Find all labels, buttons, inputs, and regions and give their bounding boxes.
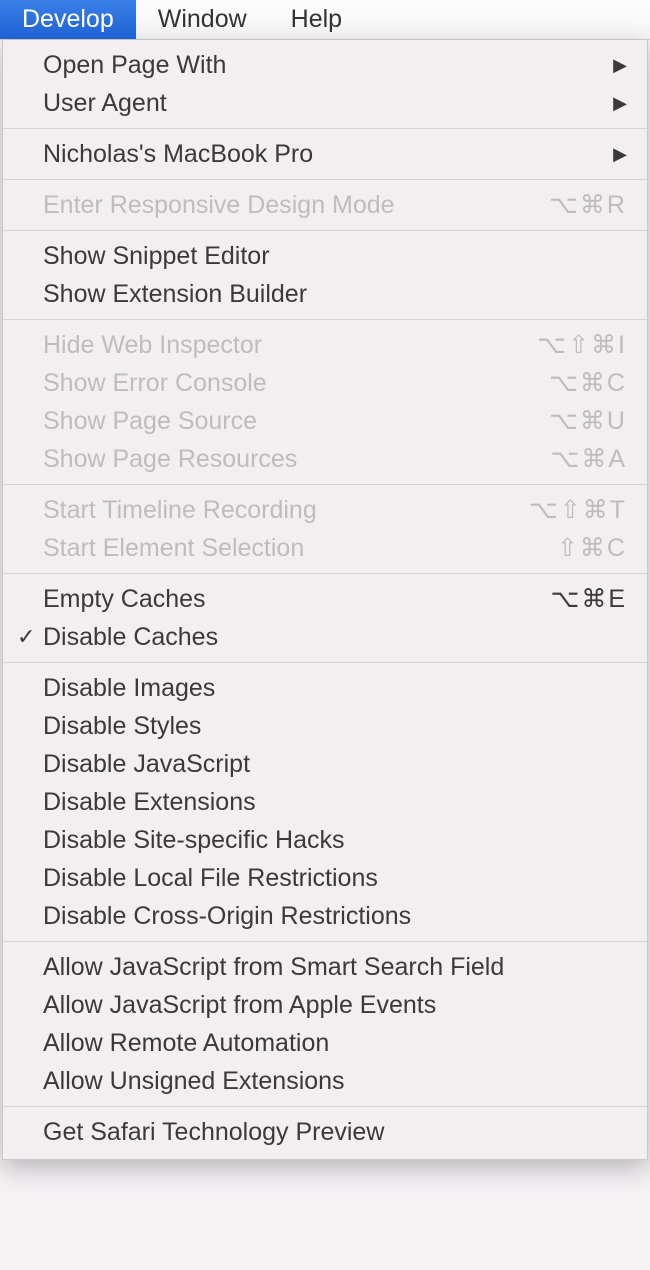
menu-separator [3, 484, 647, 485]
menu-show-error-console-label: Show Error Console [43, 369, 549, 398]
submenu-arrow-icon: ▶ [613, 144, 627, 165]
menu-show-page-source-label: Show Page Source [43, 407, 549, 436]
menu-device[interactable]: Nicholas's MacBook Pro ▶ [3, 135, 647, 173]
menu-separator [3, 573, 647, 574]
menu-open-page-with[interactable]: Open Page With ▶ [3, 46, 647, 84]
menu-show-snippet-editor[interactable]: Show Snippet Editor [3, 237, 647, 275]
menu-start-timeline-label: Start Timeline Recording [43, 496, 529, 525]
menu-disable-caches-label: Disable Caches [43, 623, 627, 652]
menu-start-element-selection-shortcut: ⇧⌘C [557, 533, 627, 563]
menu-device-label: Nicholas's MacBook Pro [43, 140, 613, 169]
menu-hide-web-inspector-shortcut: ⌥⇧⌘I [537, 330, 627, 360]
menu-show-page-source: Show Page Source ⌥⌘U [3, 402, 647, 440]
menu-disable-local-file-label: Disable Local File Restrictions [43, 864, 627, 893]
menu-get-safari-tech-preview[interactable]: Get Safari Technology Preview [3, 1113, 647, 1151]
menu-disable-extensions[interactable]: Disable Extensions [3, 783, 647, 821]
menu-start-element-selection: Start Element Selection ⇧⌘C [3, 529, 647, 567]
menu-show-error-console-shortcut: ⌥⌘C [549, 368, 627, 398]
menu-disable-cross-origin-label: Disable Cross-Origin Restrictions [43, 902, 627, 931]
menu-disable-local-file[interactable]: Disable Local File Restrictions [3, 859, 647, 897]
menu-empty-caches[interactable]: Empty Caches ⌥⌘E [3, 580, 647, 618]
menu-allow-remote-automation[interactable]: Allow Remote Automation [3, 1024, 647, 1062]
menu-get-safari-tech-preview-label: Get Safari Technology Preview [43, 1118, 627, 1147]
menu-start-element-selection-label: Start Element Selection [43, 534, 557, 563]
menu-enter-responsive-label: Enter Responsive Design Mode [43, 191, 549, 220]
menu-show-page-source-shortcut: ⌥⌘U [549, 406, 627, 436]
menu-show-page-resources-shortcut: ⌥⌘A [551, 444, 627, 474]
menu-separator [3, 179, 647, 180]
menu-allow-unsigned-ext-label: Allow Unsigned Extensions [43, 1067, 627, 1096]
menu-separator [3, 1106, 647, 1107]
menu-show-page-resources: Show Page Resources ⌥⌘A [3, 440, 647, 478]
menu-separator [3, 662, 647, 663]
menu-allow-js-apple-events-label: Allow JavaScript from Apple Events [43, 991, 627, 1020]
menu-allow-js-smart-search[interactable]: Allow JavaScript from Smart Search Field [3, 948, 647, 986]
menu-allow-unsigned-ext[interactable]: Allow Unsigned Extensions [3, 1062, 647, 1100]
menu-separator [3, 319, 647, 320]
menu-show-page-resources-label: Show Page Resources [43, 445, 551, 474]
menu-empty-caches-shortcut: ⌥⌘E [551, 584, 627, 614]
menubar-help[interactable]: Help [269, 0, 364, 39]
menu-disable-caches[interactable]: ✓ Disable Caches [3, 618, 647, 656]
menu-disable-site-hacks[interactable]: Disable Site-specific Hacks [3, 821, 647, 859]
menu-show-snippet-editor-label: Show Snippet Editor [43, 242, 627, 271]
menu-enter-responsive-shortcut: ⌥⌘R [549, 190, 627, 220]
menu-allow-remote-automation-label: Allow Remote Automation [43, 1029, 627, 1058]
menu-disable-images-label: Disable Images [43, 674, 627, 703]
menubar: Develop Window Help [0, 0, 650, 40]
menubar-develop[interactable]: Develop [0, 0, 136, 39]
menu-hide-web-inspector-label: Hide Web Inspector [43, 331, 537, 360]
menu-disable-extensions-label: Disable Extensions [43, 788, 627, 817]
menu-user-agent[interactable]: User Agent ▶ [3, 84, 647, 122]
menu-open-page-with-label: Open Page With [43, 51, 613, 80]
menu-disable-cross-origin[interactable]: Disable Cross-Origin Restrictions [3, 897, 647, 935]
menu-allow-js-smart-search-label: Allow JavaScript from Smart Search Field [43, 953, 627, 982]
submenu-arrow-icon: ▶ [613, 93, 627, 114]
menubar-help-label: Help [291, 5, 342, 34]
menu-disable-images[interactable]: Disable Images [3, 669, 647, 707]
menu-user-agent-label: User Agent [43, 89, 613, 118]
menu-disable-javascript-label: Disable JavaScript [43, 750, 627, 779]
menu-allow-js-apple-events[interactable]: Allow JavaScript from Apple Events [3, 986, 647, 1024]
develop-dropdown: Open Page With ▶ User Agent ▶ Nicholas's… [2, 40, 648, 1160]
menu-start-timeline-shortcut: ⌥⇧⌘T [529, 495, 627, 525]
menu-separator [3, 230, 647, 231]
submenu-arrow-icon: ▶ [613, 55, 627, 76]
menubar-develop-label: Develop [22, 5, 114, 34]
menu-separator [3, 941, 647, 942]
menu-start-timeline: Start Timeline Recording ⌥⇧⌘T [3, 491, 647, 529]
menu-empty-caches-label: Empty Caches [43, 585, 551, 614]
menu-show-error-console: Show Error Console ⌥⌘C [3, 364, 647, 402]
menu-disable-javascript[interactable]: Disable JavaScript [3, 745, 647, 783]
menu-disable-styles[interactable]: Disable Styles [3, 707, 647, 745]
menubar-window-label: Window [158, 5, 247, 34]
menu-enter-responsive: Enter Responsive Design Mode ⌥⌘R [3, 186, 647, 224]
check-icon: ✓ [17, 624, 43, 650]
menu-show-extension-builder-label: Show Extension Builder [43, 280, 627, 309]
menu-disable-site-hacks-label: Disable Site-specific Hacks [43, 826, 627, 855]
menu-separator [3, 128, 647, 129]
menubar-window[interactable]: Window [136, 0, 269, 39]
menu-show-extension-builder[interactable]: Show Extension Builder [3, 275, 647, 313]
menu-hide-web-inspector: Hide Web Inspector ⌥⇧⌘I [3, 326, 647, 364]
menu-disable-styles-label: Disable Styles [43, 712, 627, 741]
